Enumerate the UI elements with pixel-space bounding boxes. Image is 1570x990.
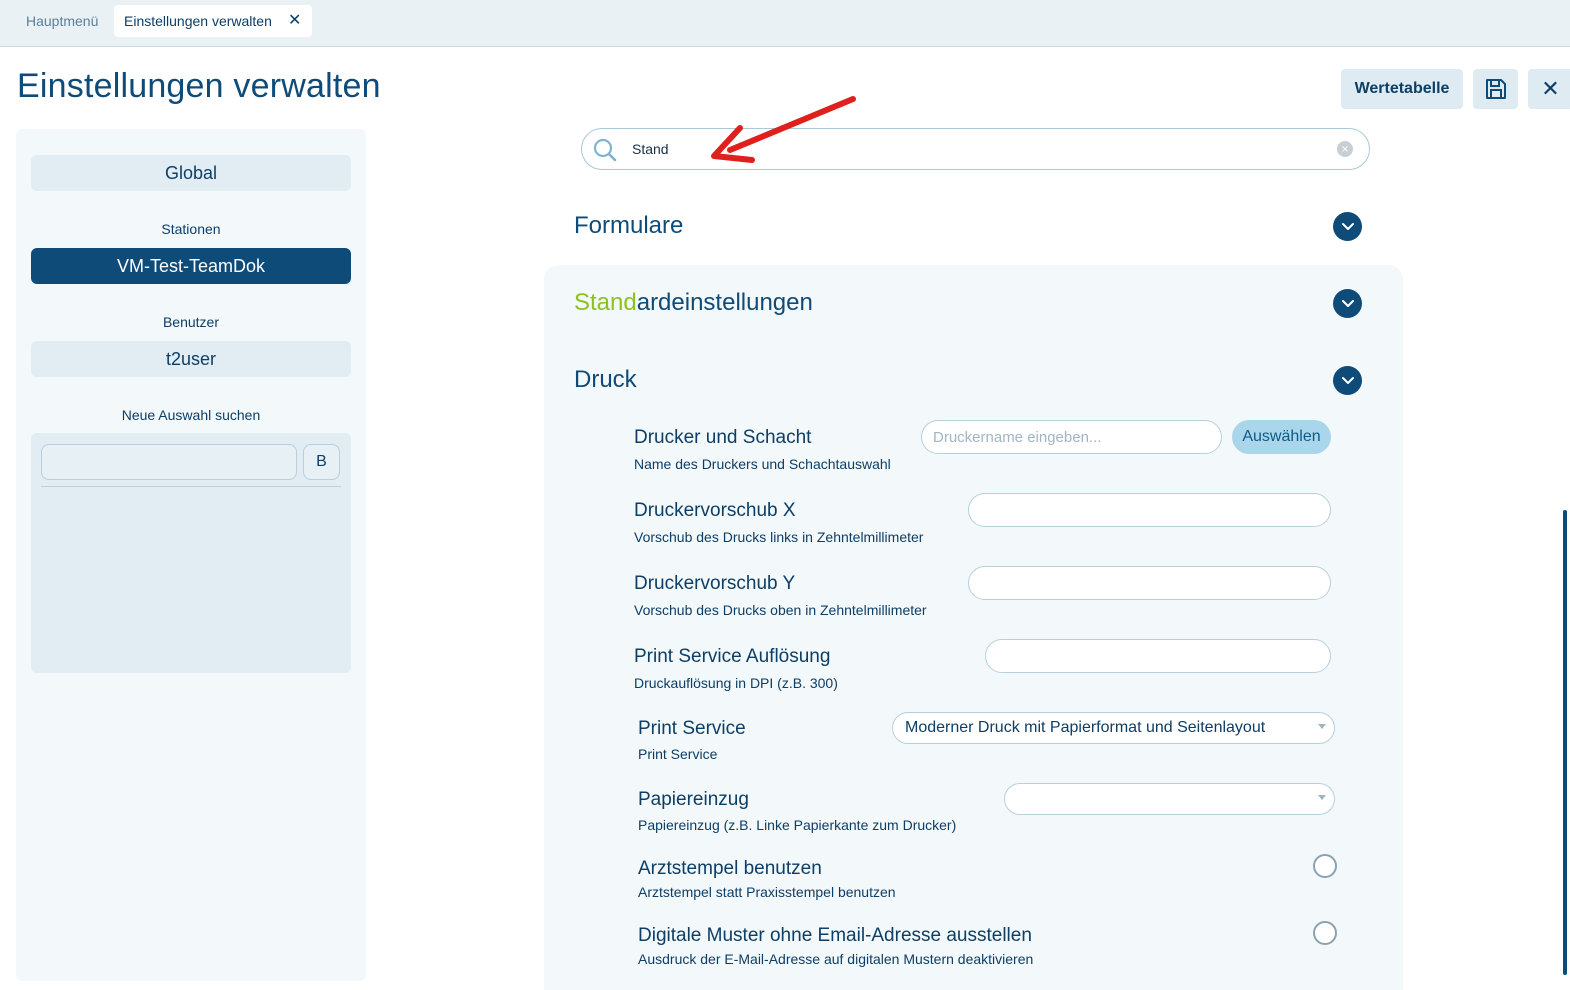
sidebar: Global Stationen VM-Test-TeamDok Benutze… xyxy=(16,129,366,981)
digitale-muster-toggle[interactable] xyxy=(1313,921,1337,945)
setting-description: Vorschub des Drucks oben in Zehntelmilli… xyxy=(634,602,927,618)
divider xyxy=(41,486,341,487)
b-button[interactable]: B xyxy=(303,444,340,480)
section-title-rest: ardeinstellungen xyxy=(636,289,813,316)
new-search-panel: B xyxy=(31,433,351,673)
users-heading: Benutzer xyxy=(162,314,220,330)
setting-description: Ausdruck der E-Mail-Adresse auf digitale… xyxy=(638,951,1034,967)
save-button[interactable] xyxy=(1473,69,1518,109)
wertetabelle-button[interactable]: Wertetabelle xyxy=(1341,69,1463,109)
scrollbar[interactable] xyxy=(1563,510,1567,975)
chevron-down-icon[interactable] xyxy=(1333,212,1362,241)
auswaehlen-button[interactable]: Auswählen xyxy=(1232,420,1331,454)
setting-description: Vorschub des Drucks links in Zehntelmill… xyxy=(634,529,924,545)
new-search-input[interactable] xyxy=(41,444,297,480)
setting-title: Print Service xyxy=(638,718,746,739)
setting-description: Print Service xyxy=(638,746,718,762)
sidebar-user-item[interactable]: t2user xyxy=(31,341,351,377)
close-button[interactable]: ✕ xyxy=(1528,69,1570,109)
new-search-heading: Neue Auswahl suchen xyxy=(121,407,261,423)
printer-name-input[interactable]: Druckername eingeben... xyxy=(921,420,1222,454)
setting-title: Druckervorschub X xyxy=(634,500,796,521)
druckervorschub-y-input[interactable] xyxy=(968,566,1331,600)
section-standardeinstellungen-title[interactable]: Standardeinstellungen xyxy=(574,289,813,317)
close-tab-icon[interactable]: ✕ xyxy=(288,11,302,31)
arztstempel-toggle[interactable] xyxy=(1313,854,1337,878)
search-value: Stand xyxy=(632,141,669,157)
druckervorschub-x-input[interactable] xyxy=(968,493,1331,527)
print-service-select[interactable]: Moderner Druck mit Papierformat und Seit… xyxy=(892,712,1335,744)
dropdown-caret-icon xyxy=(1318,795,1326,800)
standardeinstellungen-panel xyxy=(544,265,1403,990)
section-druck-title[interactable]: Druck xyxy=(574,366,637,394)
save-icon xyxy=(1485,79,1506,99)
section-formulare-title[interactable]: Formulare xyxy=(574,212,683,240)
setting-title: Drucker und Schacht xyxy=(634,427,812,448)
search-highlight: Stand xyxy=(574,289,637,316)
papiereinzug-select[interactable] xyxy=(1004,783,1335,815)
page-title: Einstellungen verwalten xyxy=(17,67,381,105)
tab-bar: Hauptmenü Einstellungen verwalten ✕ xyxy=(0,0,1570,47)
setting-description: Druckauflösung in DPI (z.B. 300) xyxy=(634,675,838,691)
chevron-down-icon[interactable] xyxy=(1333,366,1362,395)
setting-title: Papiereinzug xyxy=(638,789,749,810)
search-icon xyxy=(593,138,617,162)
tab-hauptmenue[interactable]: Hauptmenü xyxy=(16,5,108,37)
red-arrow-annotation xyxy=(711,96,856,163)
setting-description: Name des Druckers und Schachtauswahl xyxy=(634,456,891,472)
setting-description: Arztstempel statt Praxisstempel benutzen xyxy=(638,884,896,900)
print-service-dpi-input[interactable] xyxy=(985,639,1331,673)
chevron-down-icon[interactable] xyxy=(1333,289,1362,318)
tab-label: Einstellungen verwalten xyxy=(124,13,272,29)
sidebar-station-item[interactable]: VM-Test-TeamDok xyxy=(31,248,351,284)
sidebar-global-button[interactable]: Global xyxy=(31,155,351,191)
setting-title: Druckervorschub Y xyxy=(634,573,796,594)
setting-title: Arztstempel benutzen xyxy=(638,858,822,879)
printer-name-placeholder: Druckername eingeben... xyxy=(933,429,1102,446)
print-service-selected: Moderner Druck mit Papierformat und Seit… xyxy=(905,719,1266,736)
setting-description: Papiereinzug (z.B. Linke Papierkante zum… xyxy=(638,817,957,833)
dropdown-caret-icon xyxy=(1318,724,1326,729)
tab-einstellungen[interactable]: Einstellungen verwalten ✕ xyxy=(114,5,312,37)
stations-heading: Stationen xyxy=(161,221,221,237)
clear-search-icon[interactable]: × xyxy=(1337,141,1353,157)
setting-title: Digitale Muster ohne Email-Adresse ausst… xyxy=(638,925,1032,946)
setting-title: Print Service Auflösung xyxy=(634,646,831,667)
